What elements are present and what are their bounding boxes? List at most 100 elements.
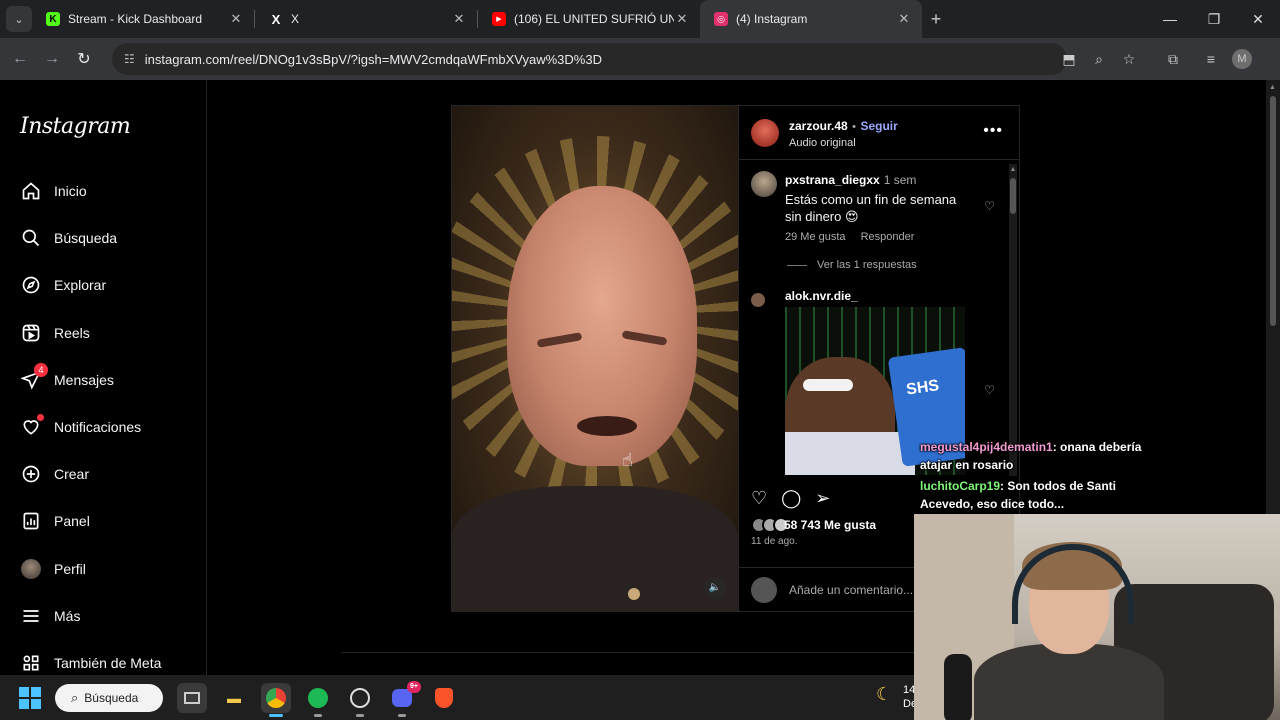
comment-username[interactable]: pxstrana_diegxx: [785, 173, 880, 187]
gif-detail: [785, 432, 915, 475]
zoom-icon[interactable]: ⌕: [1084, 51, 1114, 68]
obs-icon[interactable]: [345, 683, 375, 717]
taskbar-search[interactable]: ⌕ Búsqueda: [55, 683, 163, 712]
comment-input[interactable]: Añade un comentario...: [789, 583, 913, 597]
discord-icon[interactable]: 9+: [387, 680, 421, 717]
sidebar-item-panel[interactable]: Panel: [20, 509, 90, 533]
minimize-icon[interactable]: —: [1148, 11, 1192, 27]
scrollbar-thumb[interactable]: [1270, 96, 1276, 326]
spotify-icon[interactable]: [303, 683, 333, 717]
site-settings-icon[interactable]: ☷: [124, 52, 135, 66]
comments-scrollbar[interactable]: ▲: [1009, 164, 1017, 476]
comment-icon[interactable]: ◯: [781, 488, 801, 509]
reel-video[interactable]: ☝ 🔈: [452, 106, 738, 611]
new-tab-button[interactable]: +: [922, 9, 950, 30]
close-icon[interactable]: ✕: [896, 11, 912, 27]
url-bar[interactable]: ☷ instagram.com/reel/DNOg1v3sBpV/?igsh=M…: [112, 43, 1067, 75]
commenter-avatar[interactable]: [751, 171, 777, 197]
heart-icon: [20, 414, 44, 438]
browser-tab-bar: ⌄ K Stream - Kick Dashboard ✕ X X ✕ ▶ (1…: [0, 0, 1280, 38]
tab-title: (4) Instagram: [736, 12, 808, 26]
chat-message: megustal4pij4dematin1: onana debería ata…: [920, 438, 1150, 474]
search-icon: ⌕: [71, 689, 79, 705]
brave-icon[interactable]: [429, 683, 459, 713]
file-explorer-icon[interactable]: ▬: [219, 683, 249, 713]
window-controls: — ❐ ✕: [1148, 0, 1280, 38]
bookmark-star-icon[interactable]: ☆: [1114, 51, 1144, 68]
stream-chat-overlay: megustal4pij4dematin1: onana debería ata…: [920, 438, 1150, 516]
windows-taskbar: ⌕ Búsqueda ▬ 9+: [0, 675, 914, 720]
sidebar-item-crear[interactable]: Crear: [20, 462, 89, 486]
author-username[interactable]: zarzour.48: [789, 119, 848, 133]
sidebar-item-busqueda[interactable]: Búsqueda: [20, 226, 117, 250]
sidebar-item-reels[interactable]: Reels: [20, 321, 90, 345]
task-view-icon[interactable]: [177, 682, 207, 713]
sidebar-item-explorar[interactable]: Explorar: [20, 273, 106, 297]
back-icon[interactable]: ←: [4, 50, 36, 68]
reels-icon: [20, 322, 42, 344]
like-comment-icon[interactable]: ♡: [984, 383, 995, 397]
replies-line: [787, 264, 807, 266]
sidebar-item-perfil[interactable]: Perfil: [20, 557, 86, 581]
x-logo-icon: X: [271, 11, 281, 27]
plus-square-icon: [20, 463, 42, 485]
reply-button[interactable]: Responder: [861, 231, 915, 243]
instagram-logo[interactable]: Instagram: [20, 114, 131, 139]
like-comment-icon[interactable]: ♡: [984, 199, 995, 213]
maximize-icon[interactable]: ❐: [1192, 11, 1236, 28]
view-replies-button[interactable]: Ver las 1 respuestas: [787, 259, 917, 271]
follow-button[interactable]: Seguir: [860, 119, 897, 133]
post-actions: ♡ ◯ ➢: [751, 488, 830, 509]
share-icon[interactable]: ➢: [815, 488, 830, 509]
menu-icon: [20, 605, 42, 627]
tab-instagram[interactable]: ◎ (4) Instagram ✕: [700, 0, 922, 38]
compass-icon: [20, 274, 42, 296]
likes-summary[interactable]: 58 743 Me gusta: [751, 517, 876, 533]
sidebar-item-mensajes[interactable]: 4 Mensajes: [20, 363, 114, 392]
scroll-up-icon[interactable]: ▲: [1009, 166, 1017, 173]
close-icon[interactable]: ✕: [228, 11, 244, 27]
sidebar-item-mas[interactable]: Más: [20, 604, 80, 628]
mute-icon[interactable]: 🔈: [704, 577, 726, 599]
tab-kick[interactable]: K Stream - Kick Dashboard ✕: [32, 0, 254, 38]
divider: [341, 652, 921, 653]
webcam-overlay: [914, 514, 1280, 720]
like-icon[interactable]: ♡: [751, 488, 767, 509]
sidebar-item-meta[interactable]: También de Meta: [20, 651, 161, 675]
sidebar-item-inicio[interactable]: Inicio: [20, 179, 87, 203]
author-info: zarzour.48 • Seguir Audio original: [789, 117, 898, 149]
taskbar-clock[interactable]: 14 De: [903, 683, 914, 711]
forward-icon[interactable]: →: [36, 50, 68, 68]
close-icon[interactable]: ✕: [674, 11, 690, 27]
close-window-icon[interactable]: ✕: [1236, 11, 1280, 28]
chrome-icon[interactable]: [261, 682, 291, 717]
chat-username: megustal4pij4dematin1: [920, 440, 1053, 454]
message-count-badge: 4: [34, 363, 48, 377]
comment-meta: 29 Me gusta Responder: [785, 231, 967, 243]
scrollbar-thumb[interactable]: [1010, 178, 1016, 214]
messenger-icon: 4: [20, 363, 48, 391]
apps-icon: [20, 652, 42, 674]
comment-likes[interactable]: 29 Me gusta: [785, 231, 846, 243]
close-icon[interactable]: ✕: [451, 11, 467, 27]
media-control-icon[interactable]: ≡: [1196, 51, 1226, 67]
search-icon: [20, 227, 42, 249]
tab-youtube[interactable]: ▶ (106) EL UNITED SUFRIÓ UN BA ✕: [478, 0, 700, 38]
sidebar-item-notificaciones[interactable]: Notificaciones: [20, 414, 141, 439]
author-avatar[interactable]: [751, 118, 779, 147]
scroll-up-icon[interactable]: ▲: [1269, 84, 1276, 91]
tab-x[interactable]: X X ✕: [255, 0, 477, 38]
more-options-icon[interactable]: •••: [983, 122, 1003, 140]
windows-start-icon[interactable]: [19, 686, 41, 709]
profile-avatar[interactable]: M: [1232, 49, 1252, 69]
install-app-icon[interactable]: ⬒: [1054, 51, 1084, 68]
commenter-avatar[interactable]: [751, 293, 765, 307]
comment-username[interactable]: alok.nvr.die_: [785, 289, 858, 307]
sidebar-item-label: Mensajes: [54, 372, 114, 388]
notification-dot: [37, 414, 44, 421]
reload-icon[interactable]: ↻: [68, 49, 100, 69]
extensions-icon[interactable]: ⧉: [1158, 51, 1188, 68]
chat-username: luchitoCarp19: [920, 479, 1001, 493]
audio-label[interactable]: Audio original: [789, 137, 898, 149]
tab-search-button[interactable]: ⌄: [6, 6, 32, 32]
